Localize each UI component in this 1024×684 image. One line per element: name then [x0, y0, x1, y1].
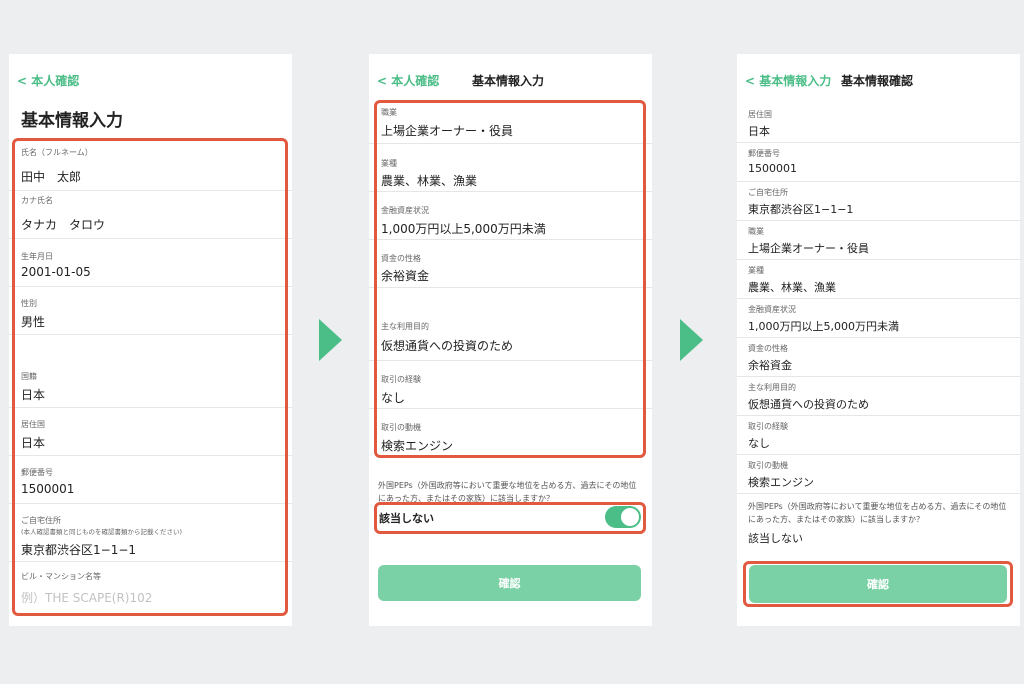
back-button[interactable]: < 本人確認 — [17, 72, 79, 89]
field-label: 資金の性格 — [748, 344, 788, 353]
field-label: 取引の動機 — [748, 461, 788, 470]
field-label: ご自宅住所 — [748, 188, 788, 197]
trading-experience-row: 取引の経験 なし — [737, 416, 1020, 455]
chevron-left-icon: < — [745, 74, 760, 88]
field-value: 1500001 — [748, 162, 797, 175]
confirm-button[interactable]: 確認 — [378, 565, 641, 601]
trading-motive-row: 取引の動機 検索エンジン — [737, 455, 1020, 494]
financial-assets-row: 金融資産状況 1,000万円以上5,000万円未満 — [737, 299, 1020, 338]
field-label: 居住国 — [748, 110, 772, 119]
field-label: 業種 — [748, 266, 764, 275]
field-value: 農業、林業、漁業 — [748, 281, 836, 294]
nav-bar: < 本人確認 基本情報入力 — [369, 72, 652, 92]
back-label: 本人確認 — [391, 74, 440, 88]
back-label: 本人確認 — [31, 74, 80, 88]
pep-question: 外国PEPs（外国政府等において重要な地位を占める方、過去にその地位にあった方、… — [748, 502, 1007, 524]
field-label: 職業 — [748, 227, 764, 236]
arrow-right-icon — [319, 319, 342, 361]
nav-bar: < 本人確認 — [9, 72, 292, 92]
pep-answer: 該当しない — [748, 532, 803, 545]
field-label: 取引の経験 — [748, 422, 788, 431]
nav-bar: < 基本情報入力 基本情報確認 — [737, 72, 1020, 92]
back-button[interactable]: < 基本情報入力 — [745, 72, 831, 89]
back-label: 基本情報入力 — [759, 74, 832, 88]
arrow-right-icon — [680, 319, 703, 361]
chevron-left-icon: < — [377, 74, 392, 88]
field-value: 検索エンジン — [748, 476, 814, 489]
residence-country-row: 居住国 日本 — [737, 104, 1020, 143]
purpose-row: 主な利用目的 仮想通貨への投資のため — [737, 377, 1020, 416]
field-value: なし — [748, 437, 770, 450]
postal-code-row: 郵便番号 1500001 — [737, 143, 1020, 182]
industry-row: 業種 農業、林業、漁業 — [737, 260, 1020, 299]
nav-title: 基本情報確認 — [841, 74, 914, 88]
page-title: 基本情報入力 — [21, 111, 123, 131]
highlight-frame — [743, 561, 1013, 607]
field-label: 金融資産状況 — [748, 305, 796, 314]
field-value: 1,000万円以上5,000万円未満 — [748, 320, 899, 333]
fund-nature-row: 資金の性格 余裕資金 — [737, 338, 1020, 377]
back-button[interactable]: < 本人確認 — [377, 72, 439, 89]
highlight-frame-pep — [374, 502, 646, 534]
screen-basic-info-input: < 本人確認 基本情報入力 氏名（フルネーム） 田中 太郎 カナ氏名 タナカ タ… — [9, 54, 292, 626]
address-row: ご自宅住所 東京都渋谷区1−1−1 — [737, 182, 1020, 221]
field-value: 日本 — [748, 125, 770, 138]
field-value: 東京都渋谷区1−1−1 — [748, 203, 854, 216]
chevron-left-icon: < — [17, 74, 32, 88]
occupation-row: 職業 上場企業オーナー・役員 — [737, 221, 1020, 260]
field-value: 上場企業オーナー・役員 — [748, 242, 869, 255]
highlight-frame — [12, 138, 288, 616]
field-value: 仮想通貨への投資のため — [748, 398, 869, 411]
field-label: 郵便番号 — [748, 149, 780, 158]
field-value: 余裕資金 — [748, 359, 792, 372]
field-label: 主な利用目的 — [748, 383, 796, 392]
screen-basic-info-input-2: < 本人確認 基本情報入力 職業 上場企業オーナー・役員 業種 農業、林業、漁業… — [369, 54, 652, 626]
screen-basic-info-confirm: < 基本情報入力 基本情報確認 居住国 日本 郵便番号 1500001 ご自宅住… — [737, 54, 1020, 626]
nav-title: 基本情報入力 — [472, 74, 545, 88]
highlight-frame — [374, 100, 646, 458]
